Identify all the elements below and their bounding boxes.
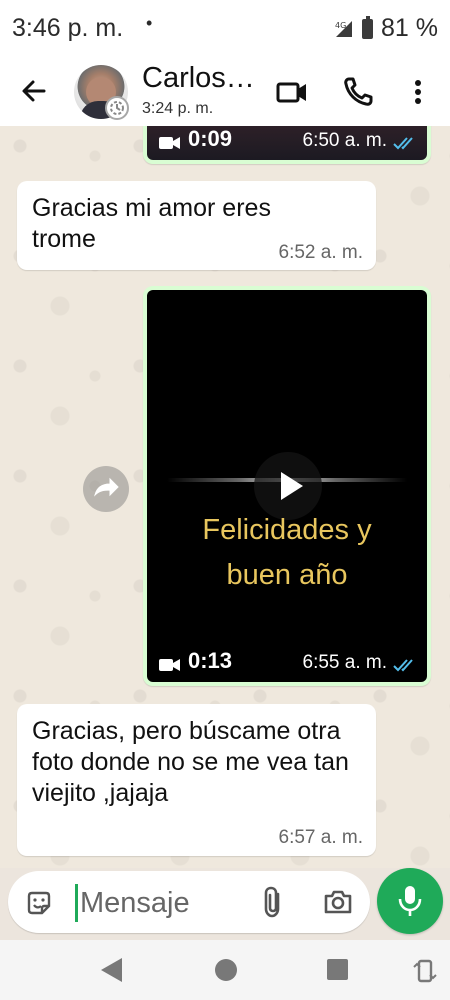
message-time: 6:55 a. m. <box>302 652 388 673</box>
text-cursor <box>75 884 78 922</box>
message-input[interactable]: Mensaje <box>80 887 190 920</box>
message-time: 6:52 a. m. <box>278 242 364 263</box>
read-ticks-icon <box>393 656 417 672</box>
text-message[interactable]: Gracias mi amor eres trome 6:52 a. m. <box>17 181 376 270</box>
text-message[interactable]: Gracias, pero búscame otra foto donde no… <box>17 704 376 856</box>
video-caption: Felicidades y buen año <box>147 508 427 598</box>
forward-button[interactable] <box>83 466 129 512</box>
video-caption-line2: buen año <box>226 559 348 591</box>
battery-icon <box>362 15 374 39</box>
nav-back-icon[interactable] <box>101 958 122 982</box>
network-type: 4G <box>335 21 346 30</box>
camera-icon[interactable] <box>322 887 354 917</box>
video-thumbnail[interactable]: 0:09 6:50 a. m. <box>147 126 427 160</box>
video-duration: 0:09 <box>188 126 233 151</box>
video-duration: 0:13 <box>188 648 233 673</box>
video-thumbnail[interactable]: Felicidades y buen año 0:13 6:55 a. m. <box>147 290 427 682</box>
video-caption-line1: Felicidades y <box>202 514 372 546</box>
notification-dot: • <box>146 13 153 33</box>
attach-clip-icon[interactable] <box>258 885 290 919</box>
video-camera-icon <box>159 653 181 671</box>
voice-record-button[interactable] <box>377 868 443 934</box>
message-time: 6:57 a. m. <box>278 827 364 848</box>
nav-recents-icon[interactable] <box>327 959 348 980</box>
mic-icon <box>398 886 422 916</box>
sticker-emoji-icon[interactable] <box>24 888 54 918</box>
chat-header: Carlos… 3:24 p. m. <box>0 58 450 126</box>
battery-level: 81 % <box>381 14 438 42</box>
message-meta: 6:50 a. m. <box>303 130 418 152</box>
rotate-screen-icon[interactable] <box>412 957 438 985</box>
system-nav-bar <box>0 940 450 1000</box>
play-icon <box>281 472 303 500</box>
read-ticks-icon <box>393 134 417 150</box>
video-duration-badge: 0:09 <box>159 126 232 152</box>
message-time: 6:50 a. m. <box>302 130 388 151</box>
signal-icon: 4G <box>334 19 354 39</box>
status-bar: 3:46 p. m. • 4G 81 % <box>0 0 450 58</box>
video-message[interactable]: 0:09 6:50 a. m. <box>143 126 431 164</box>
video-camera-icon <box>159 131 181 149</box>
phone-icon[interactable] <box>340 74 376 110</box>
back-arrow-icon[interactable] <box>18 75 50 107</box>
video-duration-badge: 0:13 <box>159 648 232 674</box>
chat-area[interactable]: 0:09 6:50 a. m. Gracias mi amor eres tro… <box>0 126 450 868</box>
message-meta: 6:55 a. m. <box>303 652 418 674</box>
more-vert-icon[interactable] <box>402 74 438 110</box>
message-input-container[interactable]: Mensaje <box>8 871 370 933</box>
message-text: Gracias, pero búscame otra foto donde no… <box>32 717 349 807</box>
last-seen: 3:24 p. m. <box>142 100 214 117</box>
status-time: 3:46 p. m. <box>12 14 124 42</box>
video-message[interactable]: Felicidades y buen año 0:13 6:55 a. m. <box>143 286 431 686</box>
status-indicators: 4G 81 % <box>334 14 438 43</box>
nav-home-icon[interactable] <box>215 959 237 981</box>
contact-name[interactable]: Carlos… <box>142 62 255 95</box>
status-badge-icon <box>105 96 129 120</box>
video-call-icon[interactable] <box>274 74 310 110</box>
